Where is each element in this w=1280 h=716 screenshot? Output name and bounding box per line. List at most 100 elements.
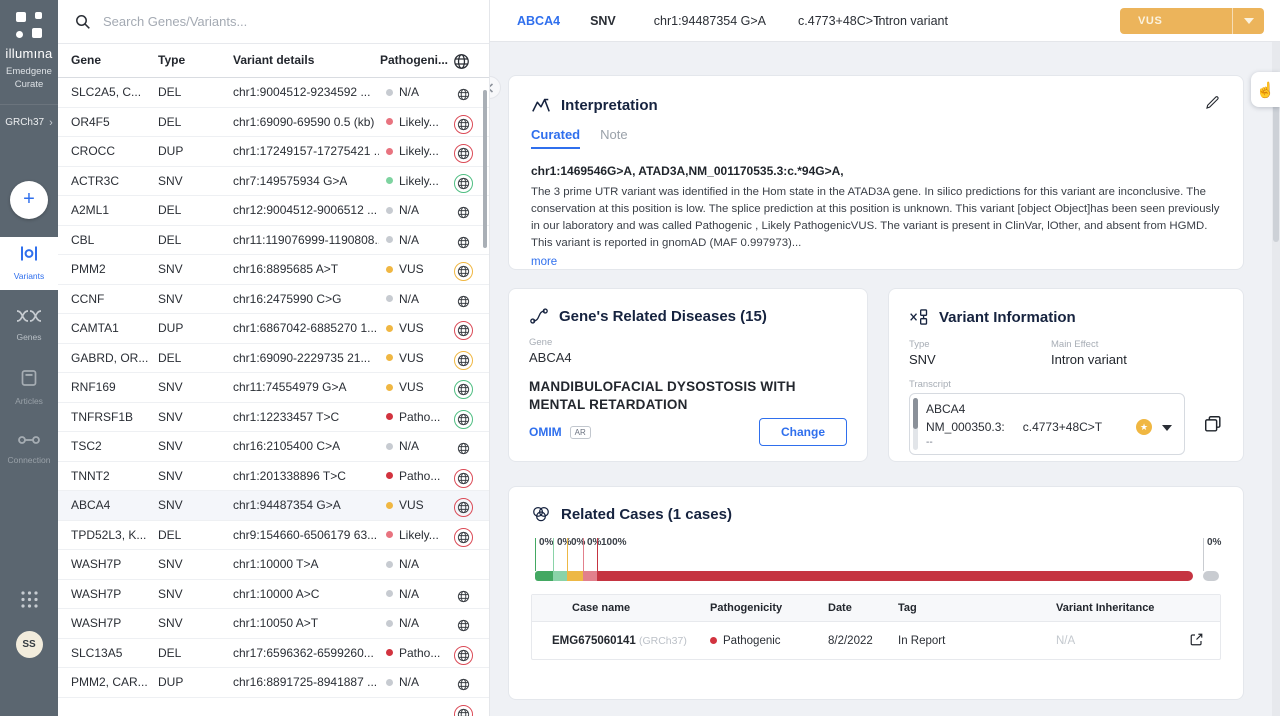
chevron-down-icon[interactable] (1232, 8, 1264, 34)
transcript-chevron-down-icon[interactable] (1162, 420, 1172, 434)
header-gene-link[interactable]: ABCA4 (517, 14, 560, 28)
table-row[interactable]: SLC13A5DELchr17:6596362-6599260...Patho.… (58, 639, 489, 669)
transcript-scrollbar[interactable] (913, 398, 918, 450)
search-input[interactable]: Search Genes/Variants... (58, 0, 489, 44)
cell-details: chr16:8891725-8941887 ... (233, 675, 377, 689)
globe-column-icon[interactable] (453, 53, 470, 73)
table-row[interactable]: GABRD, OR...DELchr1:69090-2229735 21...V… (58, 344, 489, 374)
apps-grid-icon[interactable] (20, 590, 39, 609)
sidebar-item-connection[interactable]: Connection (0, 423, 58, 476)
related-cases-title: Related Cases (1 cases) (561, 506, 732, 523)
product-name: Emedgene Curate (6, 66, 52, 92)
omim-link[interactable]: OMIM (529, 425, 562, 439)
diseases-pathway-icon (529, 307, 549, 325)
cell-type: DEL (158, 646, 181, 660)
table-row[interactable]: TNNT2SNVchr1:201338896 T>CPatho... (58, 462, 489, 492)
globe-icon[interactable] (454, 85, 473, 104)
globe-icon[interactable] (454, 351, 473, 370)
table-row[interactable]: TSC2SNVchr16:2105400 C>AN/A (58, 432, 489, 462)
sidebar-item-variants[interactable]: Variants (0, 237, 58, 290)
table-row[interactable]: CAMTA1DUPchr1:6867042-6885270 1...VUS (58, 314, 489, 344)
cell-details: chr12:9004512-9006512 ... (233, 203, 377, 217)
sidebar-item-articles[interactable]: Articles (0, 361, 58, 414)
globe-icon[interactable] (454, 439, 473, 458)
column-header-gene[interactable]: Gene (71, 53, 101, 67)
globe-icon[interactable] (454, 616, 473, 635)
pathogenicity-dot (386, 354, 393, 361)
cell-details: chr1:10000 A>C (233, 587, 319, 601)
globe-icon[interactable] (454, 203, 473, 222)
table-row[interactable]: TNFRSF1BSNVchr1:12233457 T>CPatho... (58, 403, 489, 433)
tab-curated[interactable]: Curated (531, 127, 580, 149)
globe-icon[interactable] (454, 115, 473, 134)
globe-icon[interactable] (454, 705, 473, 716)
table-row[interactable]: CCNFSNVchr16:2475990 C>GN/A (58, 285, 489, 315)
table-row[interactable]: ABCA4SNVchr1:94487354 G>AVUS (58, 491, 489, 521)
cell-type: SNV (158, 616, 183, 630)
cell-pathogenicity: Patho... (386, 410, 440, 424)
globe-icon[interactable] (454, 262, 473, 281)
genome-build-selector[interactable]: GRCh37 › (5, 117, 53, 129)
more-link[interactable]: more (531, 256, 557, 268)
pathogenicity-dot (710, 637, 717, 644)
main-scrollbar[interactable] (1272, 42, 1280, 716)
collapse-panel-button[interactable] (490, 76, 501, 99)
globe-icon[interactable] (454, 174, 473, 193)
column-header-pathogenicity[interactable]: Pathogeni... (380, 53, 448, 67)
globe-icon[interactable] (454, 498, 473, 517)
column-header-details[interactable]: Variant details (233, 53, 314, 67)
avatar[interactable]: SS (16, 631, 43, 658)
table-row[interactable]: ACTR3CSNVchr7:149575934 G>ALikely... (58, 167, 489, 197)
cell-type: DEL (158, 351, 181, 365)
sidebar-item-genes[interactable]: Genes (0, 299, 58, 352)
table-row[interactable] (58, 698, 489, 716)
change-button[interactable]: Change (759, 418, 847, 446)
globe-icon[interactable] (454, 587, 473, 606)
globe-icon[interactable] (454, 292, 473, 311)
copy-icon[interactable] (1203, 414, 1223, 434)
cell-pathogenicity: N/A (386, 233, 419, 247)
cell-pathogenicity: VUS (386, 321, 424, 335)
table-row[interactable]: RNF169SNVchr11:74554979 G>AVUS (58, 373, 489, 403)
cell-type: DEL (158, 85, 181, 99)
pathogenicity-dot (386, 561, 393, 568)
globe-icon[interactable] (454, 410, 473, 429)
globe-icon[interactable] (454, 528, 473, 547)
cell-gene: TNFRSF1B (71, 410, 133, 424)
open-case-icon[interactable] (1189, 632, 1204, 650)
globe-icon[interactable] (454, 233, 473, 252)
table-row[interactable]: WASH7PSNVchr1:10050 A>TN/A (58, 609, 489, 639)
globe-icon[interactable] (454, 380, 473, 399)
classification-dropdown[interactable]: VUS (1120, 8, 1264, 34)
globe-icon[interactable] (454, 321, 473, 340)
edit-icon[interactable] (1204, 94, 1221, 116)
variant-info-icon (909, 307, 929, 327)
transcript-more: -- (926, 437, 1174, 448)
table-row[interactable]: A2ML1DELchr12:9004512-9006512 ...N/A (58, 196, 489, 226)
globe-icon[interactable] (454, 675, 473, 694)
table-row[interactable]: TPD52L3, K...DELchr9:154660-6506179 63..… (58, 521, 489, 551)
cell-gene: CCNF (71, 292, 104, 306)
table-row[interactable]: OR4F5DELchr1:69090-69590 0.5 (kb)Likely.… (58, 108, 489, 138)
table-row[interactable]: CBLDELchr11:119076999-1190808...N/A (58, 226, 489, 256)
table-row[interactable]: WASH7PSNVchr1:10000 A>CN/A (58, 580, 489, 610)
transcript-selector[interactable]: ABCA4 NM_000350.3: c.4773+48C>T ★ -- (909, 393, 1185, 455)
cell-type: SNV (158, 292, 183, 306)
table-row[interactable]: SLC2A5, C...DELchr1:9004512-9234592 ...N… (58, 78, 489, 108)
hand-pointer-tab[interactable]: ☝ (1251, 72, 1280, 107)
related-cases-venn-icon (531, 505, 551, 523)
add-button[interactable]: + (10, 181, 48, 219)
table-row[interactable]: WASH7PSNVchr1:10000 T>AN/A (58, 550, 489, 580)
table-row[interactable]: PMM2, CAR...DUPchr16:8891725-8941887 ...… (58, 668, 489, 698)
table-row[interactable]: CROCCDUPchr1:17249157-17275421 ...Likely… (58, 137, 489, 167)
pathogenicity-dot (386, 325, 393, 332)
main-effect-value: Intron variant (1051, 352, 1127, 367)
table-row[interactable]: PMM2SNVchr16:8895685 A>TVUS (58, 255, 489, 285)
globe-icon[interactable] (454, 646, 473, 665)
globe-icon[interactable] (454, 144, 473, 163)
globe-icon[interactable] (454, 469, 473, 488)
column-header-type[interactable]: Type (158, 53, 185, 67)
tab-note[interactable]: Note (600, 127, 627, 149)
table-scrollbar[interactable] (483, 90, 487, 248)
case-row[interactable]: EMG675060141 (GRCh37)Pathogenic8/2/2022I… (532, 621, 1220, 659)
